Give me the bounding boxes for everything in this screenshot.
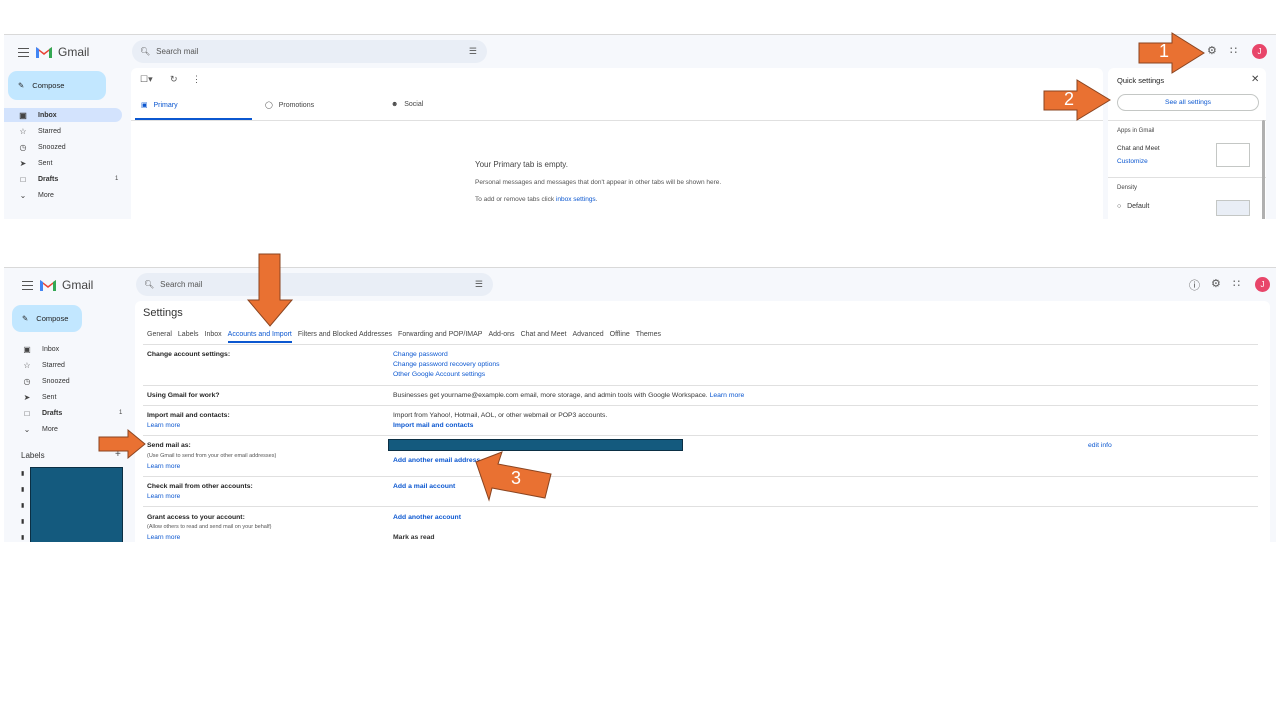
callout-number-2: 2 [1064, 89, 1075, 109]
tab-pointer-arrow [246, 253, 294, 327]
send-as-pointer-arrow [98, 428, 146, 460]
callout-arrow-1 [1138, 32, 1205, 74]
annotation-arrows [98, 32, 1205, 502]
callout-arrow-2 [1043, 79, 1111, 121]
callout-number-1: 1 [1159, 41, 1170, 61]
callout-number-3: 3 [511, 468, 522, 488]
